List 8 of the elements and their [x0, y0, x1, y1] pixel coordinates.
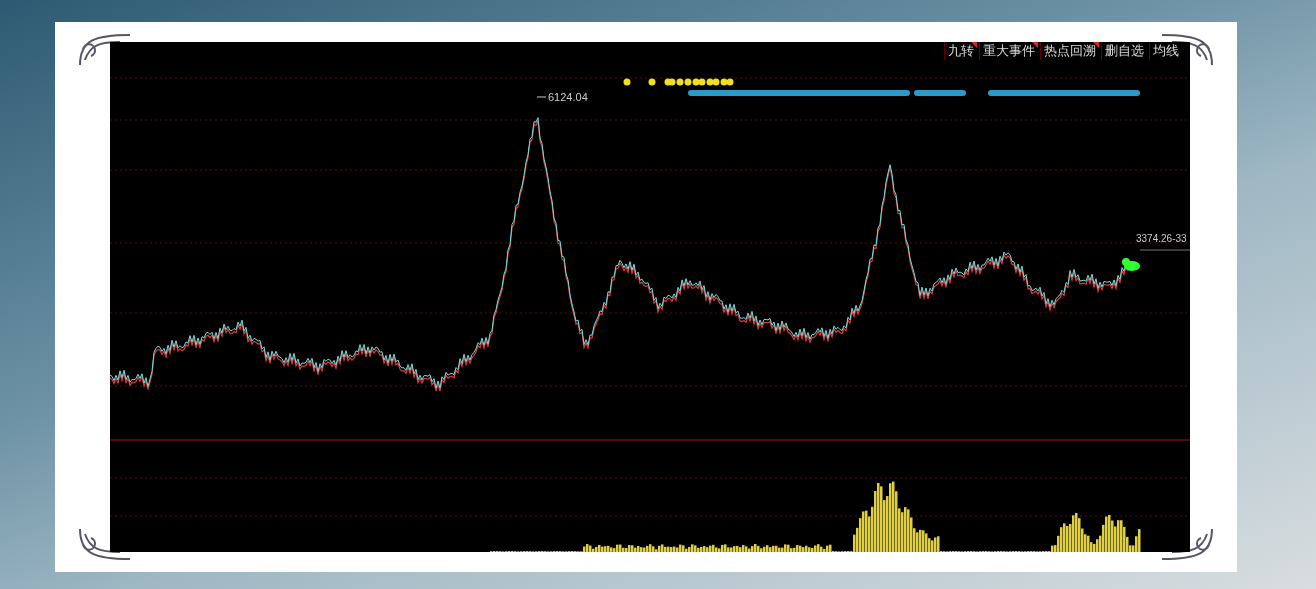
marker-icon [1122, 258, 1140, 271]
toolbar-tab[interactable]: 删自选 [1101, 42, 1147, 60]
peak-price-label: 6124.04 [548, 91, 588, 103]
toolbar-tab[interactable]: 九转 [944, 42, 977, 60]
last-price-label: 3374.26-33 [1136, 233, 1187, 244]
toolbar-tab[interactable]: 重大事件 [979, 42, 1038, 60]
toolbar-tab[interactable]: 均线 [1149, 42, 1182, 60]
toolbar-tab[interactable]: 热点回溯 [1040, 42, 1099, 60]
